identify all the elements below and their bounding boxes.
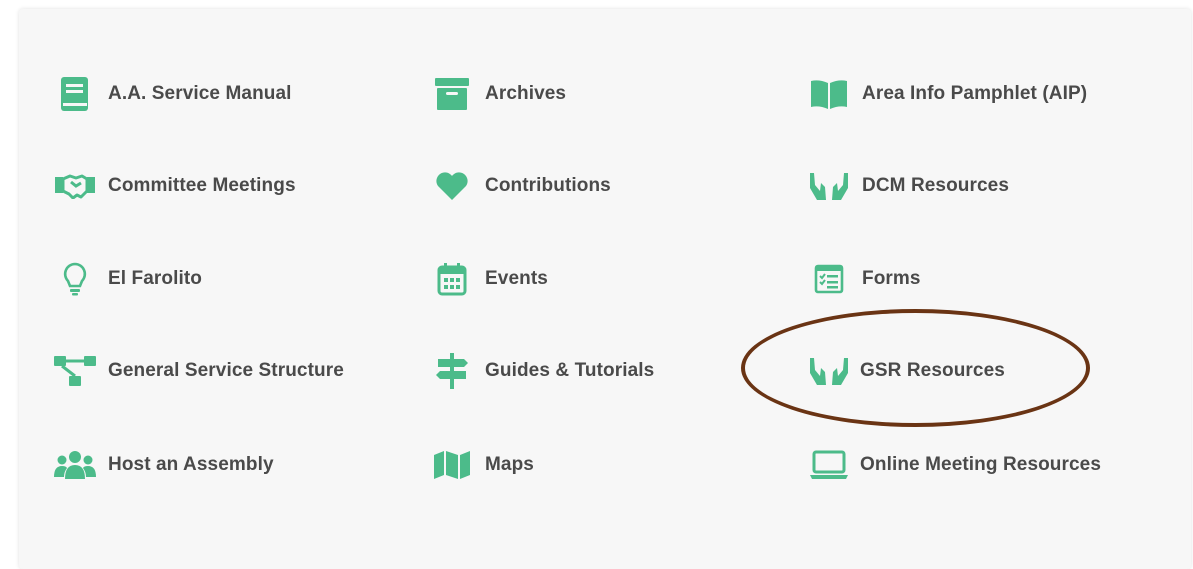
- link-label: Archives: [485, 83, 567, 104]
- link-online-meeting-resources[interactable]: Online Meeting Resources: [807, 443, 1101, 487]
- users-icon: [53, 443, 97, 487]
- calendar-icon: [430, 257, 474, 301]
- sitemap-icon: [53, 349, 97, 393]
- link-label: Host an Assembly: [108, 454, 274, 475]
- link-host-assembly[interactable]: Host an Assembly: [53, 443, 274, 487]
- link-label: El Farolito: [108, 268, 202, 289]
- link-archives[interactable]: Archives: [430, 72, 566, 116]
- hands-icon: [807, 164, 851, 208]
- link-label: Maps: [485, 454, 534, 475]
- link-service-manual[interactable]: A.A. Service Manual: [53, 72, 292, 116]
- link-label: Online Meeting Resources: [860, 454, 1102, 475]
- link-el-farolito[interactable]: El Farolito: [53, 257, 202, 301]
- form-icon: [807, 257, 851, 301]
- signpost-icon: [430, 349, 474, 393]
- link-forms[interactable]: Forms: [807, 257, 921, 301]
- link-label: Events: [485, 268, 548, 289]
- map-icon: [430, 443, 474, 487]
- link-label: A.A. Service Manual: [108, 83, 292, 104]
- link-label: General Service Structure: [108, 360, 344, 381]
- link-label: DCM Resources: [862, 175, 1010, 196]
- link-guides-tutorials[interactable]: Guides & Tutorials: [430, 349, 654, 393]
- link-general-service-structure[interactable]: General Service Structure: [53, 349, 344, 393]
- link-label: Area Info Pamphlet (AIP): [862, 83, 1088, 104]
- archive-box-icon: [430, 72, 474, 116]
- laptop-icon: [807, 443, 851, 487]
- link-label: Committee Meetings: [108, 175, 296, 196]
- link-label: GSR Resources: [860, 360, 1005, 381]
- link-contributions[interactable]: Contributions: [430, 164, 611, 208]
- heart-icon: [430, 164, 474, 208]
- link-gsr-resources[interactable]: GSR Resources: [807, 349, 1005, 393]
- handshake-icon: [53, 164, 97, 208]
- link-label: Contributions: [485, 175, 611, 196]
- link-events[interactable]: Events: [430, 257, 548, 301]
- lightbulb-icon: [53, 257, 97, 301]
- hands-icon: [807, 349, 851, 393]
- link-area-info-pamphlet[interactable]: Area Info Pamphlet (AIP): [807, 72, 1087, 116]
- link-label: Forms: [862, 268, 921, 289]
- link-maps[interactable]: Maps: [430, 443, 534, 487]
- link-label: Guides & Tutorials: [485, 360, 655, 381]
- link-committee-meetings[interactable]: Committee Meetings: [53, 164, 296, 208]
- book-icon: [53, 72, 97, 116]
- open-book-icon: [807, 72, 851, 116]
- link-dcm-resources[interactable]: DCM Resources: [807, 164, 1009, 208]
